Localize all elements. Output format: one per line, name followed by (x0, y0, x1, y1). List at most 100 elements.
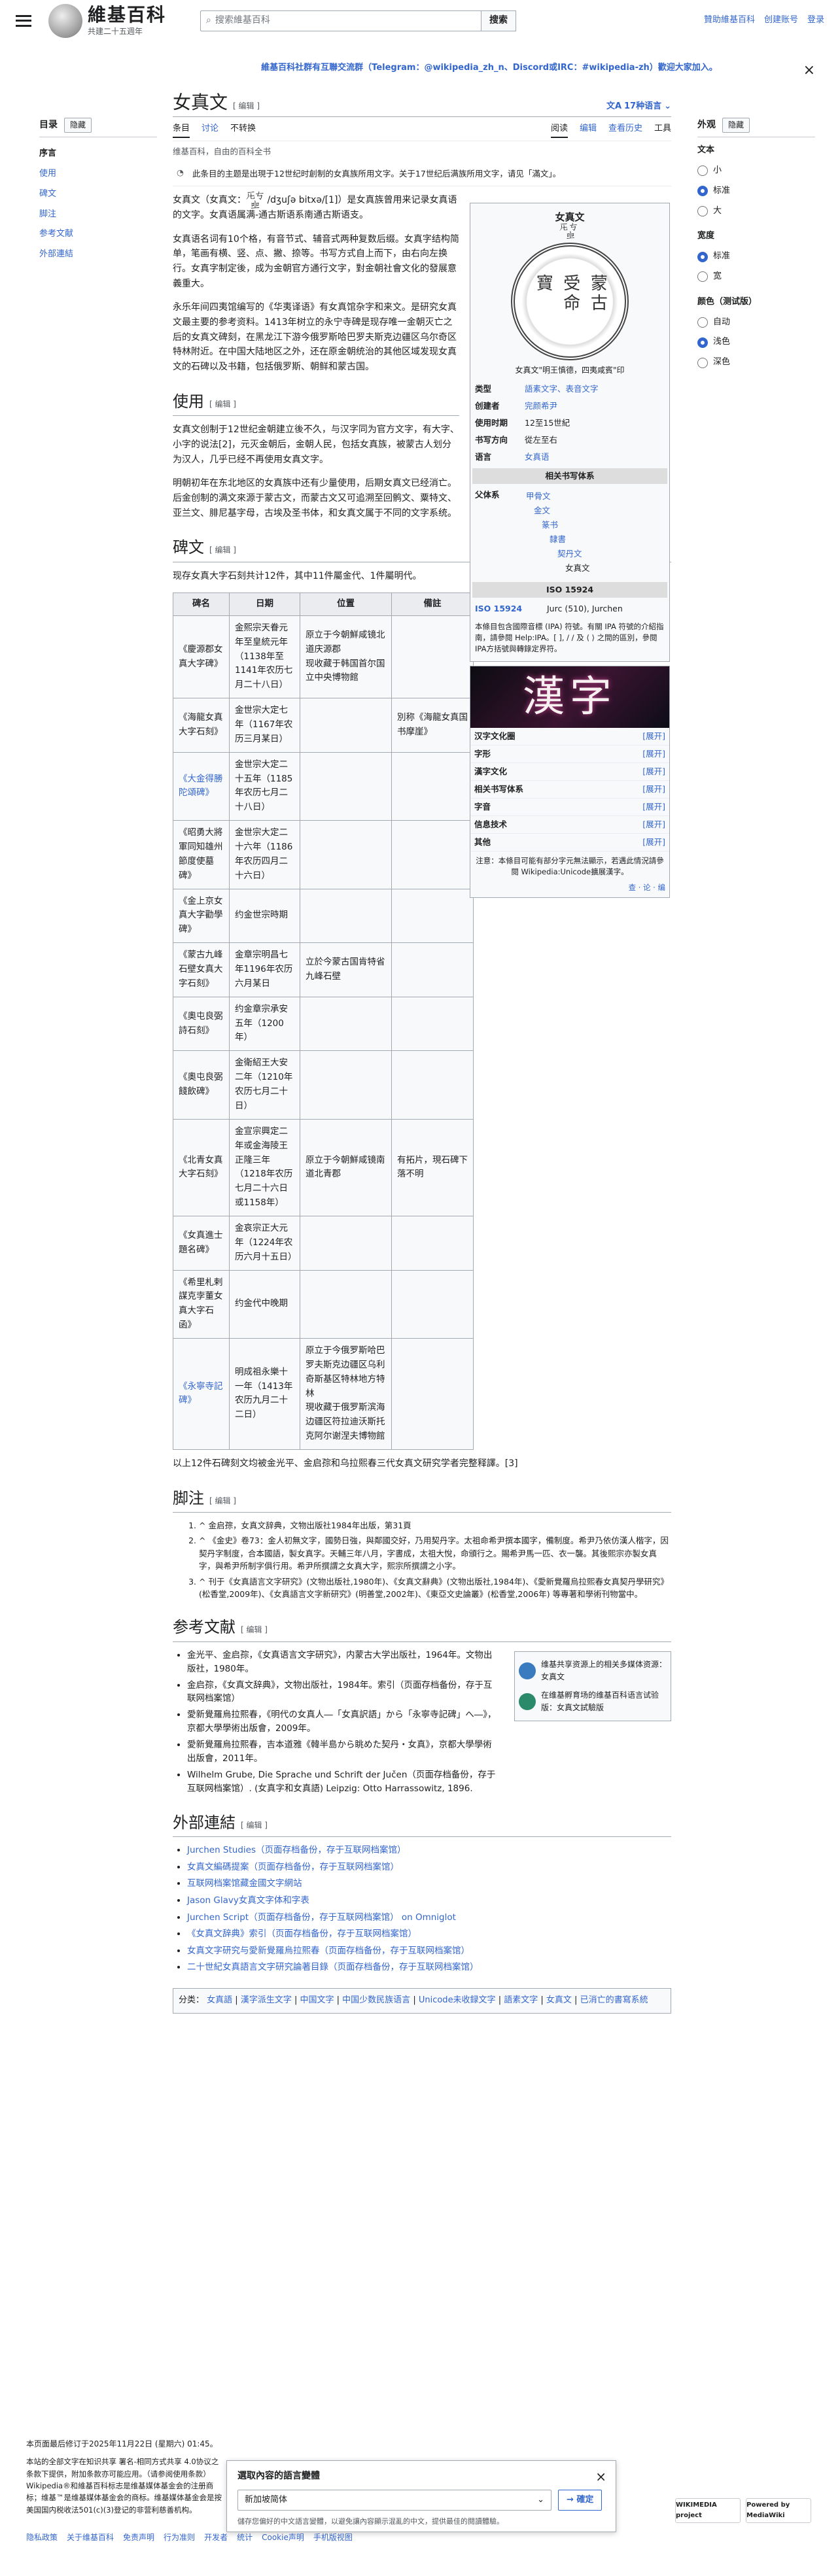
main-menu-icon[interactable] (16, 14, 31, 27)
tree-item[interactable]: 金文 (526, 504, 665, 518)
table-cell[interactable]: 金世宗大定二十六年（1186年农历四月二十六日） (229, 820, 300, 889)
tab-read[interactable]: 阅读 (550, 122, 568, 139)
footer-link[interactable]: 手机版视图 (313, 2532, 353, 2544)
table-cell[interactable]: 金世宗大定七年（1167年农历三月某日） (229, 698, 300, 753)
wikimedia-badge[interactable]: WIKIMEDIA project (675, 2498, 741, 2523)
external-link[interactable]: Jurchen Studies（页面存档备份，存于互联网档案馆） (187, 1845, 406, 1855)
search-input[interactable]: ⌕ 搜索維基百科 (200, 10, 482, 31)
toc-item-external[interactable]: 外部連結 (39, 245, 157, 265)
footer-link[interactable]: 行为准则 (164, 2532, 195, 2544)
table-cell[interactable]: 《希里札剌謀克孛董女真大字石函》 (173, 1269, 230, 1339)
toc-item-intro[interactable]: 序言 (39, 144, 157, 164)
tree-item[interactable]: 契丹文 (526, 547, 665, 561)
section-edit-link[interactable]: [ 编辑 ] (209, 400, 236, 409)
incubator-link[interactable]: 在维基孵育场的维基百科语言试验版：女真文試驗版 (519, 1687, 667, 1717)
tab-article[interactable]: 条目 (173, 122, 190, 139)
table-cell[interactable]: 金世宗大定二十五年（1185年农历七月二十八日） (229, 751, 300, 821)
wordmark[interactable]: 維基百科 共建二十五週年 (88, 5, 166, 36)
table-cell[interactable]: 金宣宗興定二年或金海陵王正隆三年（1218年农历七月二十六日或1158年） (229, 1118, 300, 1216)
table-cell[interactable]: 金熙宗天眷元年至皇統元年（1138年至1141年农历七月二十八日） (229, 615, 300, 699)
expand-toggle[interactable]: [展开] (642, 730, 665, 743)
width-standard[interactable]: 标准 (697, 250, 815, 264)
table-cell[interactable]: 《永寧寺記碑》 (173, 1337, 230, 1450)
tab-tools[interactable]: 工具 (654, 122, 671, 139)
text-size-small[interactable]: 小 (697, 164, 815, 178)
toc-item-references[interactable]: 参考文献 (39, 224, 157, 245)
category-link[interactable]: 已消亡的書寫系統 (580, 1995, 648, 2005)
section-edit-link[interactable]: [ 编辑 ] (209, 1496, 236, 1505)
table-cell[interactable]: 《金上京女真大字勸學碑》 (173, 888, 230, 944)
color-light[interactable]: 浅色 (697, 335, 815, 349)
table-cell[interactable]: 《慶源郡女真大字碑》 (173, 615, 230, 699)
external-link[interactable]: 女真文字研究与愛新覺羅烏拉熙春（页面存档备份，存于互联网档案馆） (187, 1946, 470, 1956)
section-edit-link[interactable]: [ 编辑 ] (209, 545, 236, 555)
footer-link[interactable]: 统计 (237, 2532, 253, 2544)
width-wide[interactable]: 宽 (697, 270, 815, 284)
appearance-hide-button[interactable]: 隐藏 (722, 118, 750, 133)
tab-edit[interactable]: 编辑 (580, 122, 597, 139)
text-size-large[interactable]: 大 (697, 205, 815, 218)
footer-link[interactable]: 开发者 (204, 2532, 228, 2544)
close-icon[interactable]: × (803, 59, 815, 82)
color-dark[interactable]: 深色 (697, 356, 815, 369)
donate-link[interactable]: 贊助維基百科 (704, 14, 755, 27)
site-notice-text[interactable]: 維基百科社群有互聯交流群（Telegram：@wikipedia_zh_n、Di… (261, 63, 718, 73)
category-link[interactable]: 女真文 (546, 1995, 572, 2005)
search-button[interactable]: 搜索 (481, 10, 517, 31)
table-cell[interactable]: 明成祖永樂十一年（1413年农历九月二十二日） (229, 1337, 300, 1450)
category-link[interactable]: 女真語 (207, 1995, 232, 2005)
section-edit-link[interactable]: [ 编辑 ] (241, 1821, 268, 1830)
external-link[interactable]: Jurchen Script（页面存档备份，存于互联网档案馆） on Omnig… (187, 1912, 456, 1923)
footer-link[interactable]: 关于维基百科 (67, 2532, 114, 2544)
confirm-button[interactable]: → 確定 (558, 2490, 603, 2511)
table-cell[interactable]: 金衛紹王大安二年（1210年农历七月二十日） (229, 1050, 300, 1120)
infobox-key[interactable]: ISO 15924 (475, 602, 547, 615)
expand-toggle[interactable]: [展开] (642, 818, 665, 831)
footer-link[interactable]: 隐私政策 (26, 2532, 58, 2544)
category-link[interactable]: 語素文字 (504, 1995, 538, 2005)
expand-toggle[interactable]: [展开] (642, 783, 665, 796)
expand-toggle[interactable]: [展开] (642, 747, 665, 761)
mediawiki-badge[interactable]: Powered by MediaWiki (746, 2498, 811, 2523)
toc-hide-button[interactable]: 隐藏 (64, 118, 92, 133)
seal-image[interactable]: 蒙古受命寶 (511, 242, 629, 360)
login-link[interactable]: 登录 (807, 14, 824, 27)
external-link[interactable]: 二十世紀女真語言文字研究論著目錄（页面存档备份，存于互联网档案馆） (187, 1962, 479, 1972)
table-cell[interactable]: 约金世宗時期 (229, 888, 300, 944)
table-cell[interactable]: 《蒙古九峰石壁女真大字石刻》 (173, 942, 230, 997)
table-cell[interactable]: 《海龍女真大字石刻》 (173, 698, 230, 753)
language-button[interactable]: 文A 17种语言 ⌄ (606, 100, 671, 114)
toc-item-use[interactable]: 使用 (39, 164, 157, 184)
expand-toggle[interactable]: [展开] (642, 800, 665, 814)
table-cell[interactable]: 《大金得勝陀頌碑》 (173, 751, 230, 821)
infobox-value[interactable]: 女真语 (525, 451, 550, 464)
text-size-standard[interactable]: 标准 (697, 184, 815, 198)
color-auto[interactable]: 自动 (697, 316, 815, 330)
table-cell[interactable]: 《女真進士題名碑》 (173, 1215, 230, 1271)
tab-history[interactable]: 查看历史 (608, 122, 642, 139)
table-cell[interactable]: 《奧屯良弼餞飲碑》 (173, 1050, 230, 1120)
external-link[interactable]: 互联网档案馆藏金國文字網站 (187, 1878, 302, 1889)
infobox-value[interactable]: 語素文字、表音文字 (525, 383, 599, 396)
table-cell[interactable]: 《奧屯良弼詩石刻》 (173, 996, 230, 1052)
category-link[interactable]: 中国少数民族语言 (342, 1995, 410, 2005)
variant-select[interactable]: 新加坡简体 ⌄ (237, 2490, 551, 2511)
section-edit-link[interactable]: [ 编辑 ] (241, 1625, 268, 1634)
expand-toggle[interactable]: [展开] (642, 836, 665, 849)
table-cell[interactable]: 《北青女真大字石刻》 (173, 1118, 230, 1216)
footer-link[interactable]: Cookie声明 (262, 2532, 304, 2544)
toc-item-stele[interactable]: 碑文 (39, 184, 157, 205)
external-link[interactable]: Jason Glavy女真文字体和字表 (187, 1895, 309, 1906)
commons-link[interactable]: 维基共享资源上的相关多媒体资源：女真文 (519, 1656, 667, 1686)
tab-talk[interactable]: 讨论 (201, 122, 219, 139)
external-link[interactable]: 女真文編碼提案（页面存档备份，存于互联网档案馆） (187, 1862, 399, 1872)
category-link[interactable]: Unicode未收録文字 (419, 1995, 496, 2005)
infobox-value[interactable]: 完颜希尹 (525, 400, 557, 413)
wikipedia-globe-logo[interactable] (48, 3, 82, 38)
table-cell[interactable]: 约金章宗承安五年（1200年） (229, 996, 300, 1052)
tree-item[interactable]: 甲骨文 (526, 489, 665, 504)
footer-link[interactable]: 免责声明 (123, 2532, 154, 2544)
create-account-link[interactable]: 创建账号 (764, 14, 798, 27)
tab-variant[interactable]: 不转换 (230, 122, 256, 139)
close-icon[interactable]: × (595, 2466, 606, 2487)
